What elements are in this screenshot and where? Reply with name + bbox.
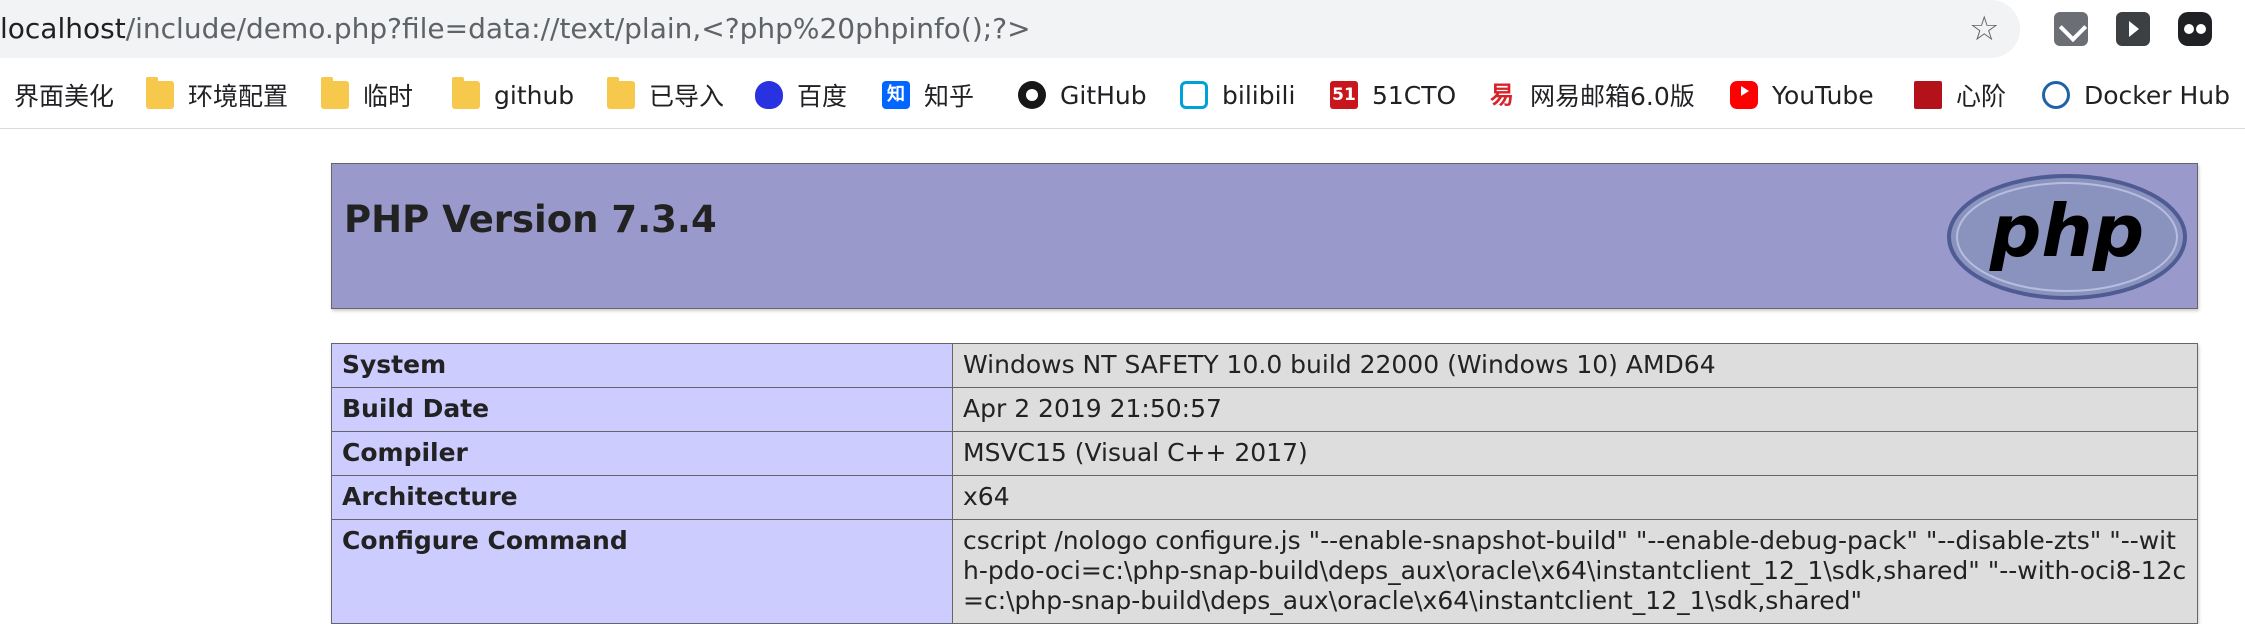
51cto-icon: 51 [1330, 81, 1358, 109]
xinjie-icon [1914, 81, 1942, 109]
github-icon [1018, 81, 1046, 109]
table-row: Architecture x64 [331, 475, 2198, 520]
zhihu-icon: 知 [882, 81, 910, 109]
bookmark-label: 51CTO [1372, 80, 1457, 110]
docker-icon [2042, 81, 2070, 109]
bookmark-item[interactable]: GitHub [1018, 70, 1147, 120]
table-value-cell: x64 [952, 475, 2198, 520]
bookmark-folder[interactable]: 已导入 [607, 70, 724, 120]
table-row: System Windows NT SAFETY 10.0 build 2200… [331, 343, 2198, 388]
url-path: /include/demo.php?file=data://text/plain… [125, 12, 1031, 45]
youtube-icon [1730, 81, 1758, 109]
table-value-cell: MSVC15 (Visual C++ 2017) [952, 431, 2198, 476]
table-key-cell: Compiler [331, 431, 953, 476]
bookmark-label: bilibili [1222, 80, 1296, 110]
bookmark-item[interactable]: Docker Hub [2042, 70, 2230, 120]
bookmark-item[interactable]: 界面美化 [14, 70, 114, 120]
baidu-icon [755, 81, 783, 109]
table-row: Compiler MSVC15 (Visual C++ 2017) [331, 431, 2198, 476]
address-bar: localhost/include/demo.php?file=data://t… [0, 0, 2245, 58]
bookmark-folder[interactable]: 临时 [321, 70, 413, 120]
extension-arrow-icon[interactable] [2116, 12, 2150, 46]
table-value-cell: cscript /nologo configure.js "--enable-s… [952, 519, 2198, 624]
folder-icon [607, 77, 635, 109]
table-value-cell: Apr 2 2019 21:50:57 [952, 387, 2198, 432]
profile-mask-icon[interactable] [2178, 12, 2212, 46]
table-key-cell: Configure Command [331, 519, 953, 624]
table-key-cell: Build Date [331, 387, 953, 432]
folder-icon [146, 77, 174, 109]
bilibili-icon [1180, 81, 1208, 109]
bookmark-label: github [494, 80, 575, 110]
bookmark-item[interactable]: 知 知乎 [882, 70, 974, 120]
bookmark-star-icon[interactable]: ☆ [1969, 10, 1999, 48]
netease-mail-icon: 易 [1490, 81, 1514, 109]
table-row: Build Date Apr 2 2019 21:50:57 [331, 387, 2198, 432]
bookmark-label: 网易邮箱6.0版 [1530, 82, 1695, 111]
bookmark-item[interactable]: 51 51CTO [1330, 70, 1456, 120]
bookmark-label: GitHub [1060, 80, 1147, 110]
bookmark-label: 百度 [797, 82, 848, 111]
bookmark-folder[interactable]: 环境配置 [146, 70, 288, 120]
bookmark-label: Docker Hub [2084, 80, 2230, 110]
php-logo-text: php [1989, 189, 2144, 273]
bookmarks-bar: 界面美化 环境配置 临时 github 已导入 百度 知 知乎 GitHub b… [0, 70, 2245, 120]
folder-icon [452, 77, 480, 109]
table-value-cell: Windows NT SAFETY 10.0 build 22000 (Wind… [952, 343, 2198, 388]
php-logo[interactable]: php [1947, 174, 2187, 300]
table-row: Configure Command cscript /nologo config… [331, 519, 2198, 624]
download-extension-icon[interactable] [2054, 12, 2088, 46]
bookmark-label: 界面美化 [14, 82, 115, 111]
bookmark-item[interactable]: 易 网易邮箱6.0版 [1488, 70, 1695, 120]
bookmark-item[interactable]: YouTube [1730, 70, 1874, 120]
page-title: PHP Version 7.3.4 [344, 198, 717, 241]
bookmark-label: 已导入 [649, 82, 725, 111]
bookmark-label: 临时 [363, 82, 414, 111]
url-text[interactable]: localhost/include/demo.php?file=data://t… [0, 12, 1031, 46]
url-host: localhost [0, 12, 126, 45]
bookmark-folder[interactable]: github [452, 70, 574, 120]
bookmark-item[interactable]: 百度 [755, 70, 847, 120]
omnibox[interactable]: localhost/include/demo.php?file=data://t… [0, 0, 2020, 58]
bookmark-item[interactable]: bilibili [1180, 70, 1295, 120]
bookmark-label: 环境配置 [188, 82, 289, 111]
toolbar-divider [0, 128, 2245, 129]
bookmark-label: YouTube [1772, 80, 1874, 110]
bookmark-item[interactable]: 心阶 [1914, 70, 2006, 120]
bookmark-label: 知乎 [924, 82, 975, 111]
bookmark-label: 心阶 [1956, 82, 2007, 111]
table-key-cell: Architecture [331, 475, 953, 520]
folder-icon [321, 77, 349, 109]
phpinfo-table: System Windows NT SAFETY 10.0 build 2200… [331, 343, 2198, 624]
table-key-cell: System [331, 343, 953, 388]
phpinfo-header: PHP Version 7.3.4 php [331, 163, 2198, 309]
